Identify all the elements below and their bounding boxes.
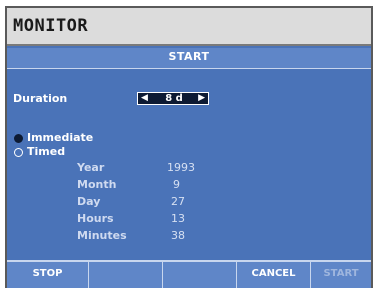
panel-header: START [7, 48, 371, 69]
duration-label: Duration [13, 92, 68, 105]
month-label: Month [77, 178, 117, 191]
hours-label: Hours [77, 212, 114, 225]
radio-timed[interactable] [14, 148, 23, 157]
month-value: 9 [173, 178, 180, 191]
panel-title: START [168, 50, 210, 63]
year-label: Year [77, 161, 105, 174]
monitor-window: MONITOR START Duration ◀ 8 d ▶ Immediate… [5, 6, 373, 288]
day-value: 27 [171, 195, 185, 208]
option-timed-label[interactable]: Timed [27, 145, 65, 158]
minutes-label: Minutes [77, 229, 127, 242]
softkey-3[interactable] [163, 262, 237, 288]
duration-value: 8 d [165, 93, 183, 104]
duration-spinner[interactable]: ◀ 8 d ▶ [137, 92, 209, 105]
year-value: 1993 [167, 161, 195, 174]
softkey-2[interactable] [89, 262, 163, 288]
minutes-value: 38 [171, 229, 185, 242]
hours-value: 13 [171, 212, 185, 225]
arrow-left-icon[interactable]: ◀ [141, 93, 148, 104]
arrow-right-icon[interactable]: ▶ [198, 93, 205, 104]
window-title: MONITOR [13, 16, 89, 36]
settings-panel: Duration ◀ 8 d ▶ Immediate Timed Year 19… [13, 70, 363, 260]
start-button[interactable]: START [311, 262, 371, 288]
stop-button[interactable]: STOP [7, 262, 89, 288]
option-immediate-label[interactable]: Immediate [27, 131, 93, 144]
softkey-bar: STOP CANCEL START [7, 260, 371, 288]
day-label: Day [77, 195, 101, 208]
cancel-button[interactable]: CANCEL [237, 262, 311, 288]
radio-immediate[interactable] [14, 134, 23, 143]
title-bar: MONITOR [7, 8, 371, 46]
